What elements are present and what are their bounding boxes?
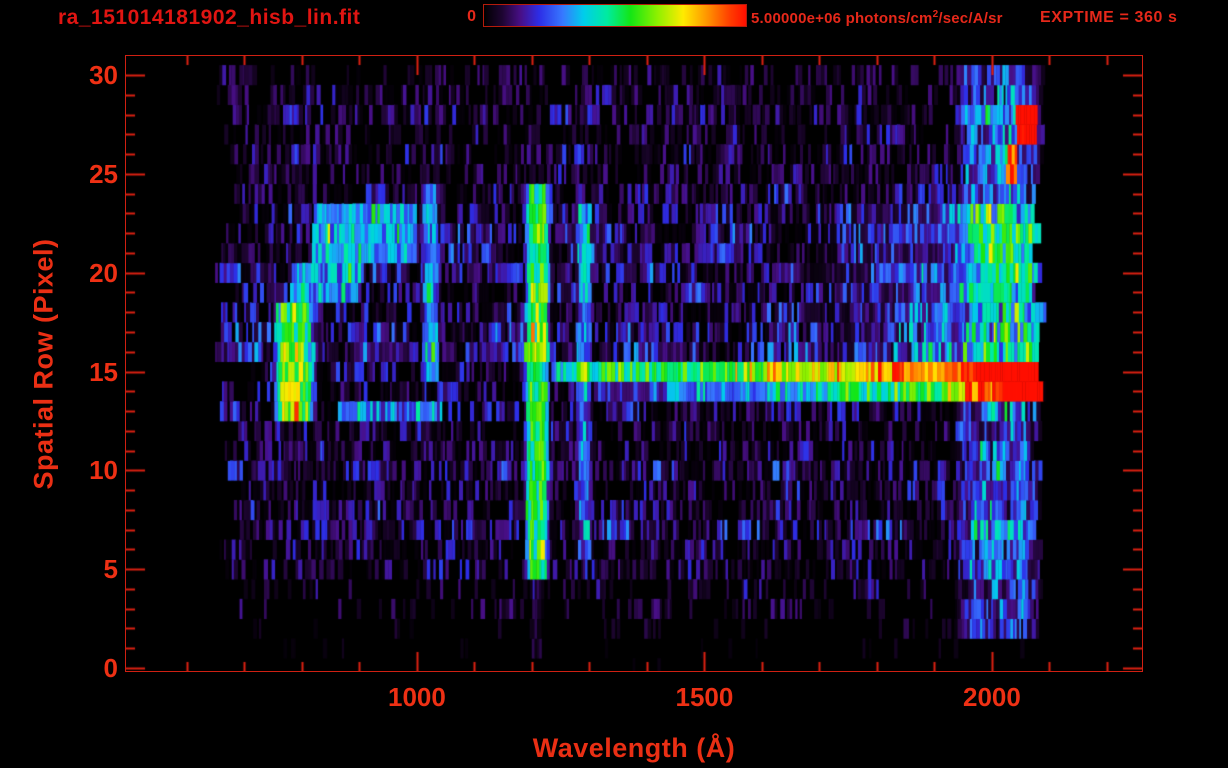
y-tick-label: 20	[89, 257, 118, 288]
y-tick-label: 5	[103, 554, 118, 585]
x-tick-label: 1500	[675, 682, 734, 712]
y-tick-label: 25	[89, 158, 118, 189]
spectrogram-heatmap	[126, 56, 1142, 671]
x-axis-title: Wavelength (Å)	[532, 733, 736, 763]
x-tick-label: 1000	[388, 682, 446, 712]
plot-frame	[125, 55, 1143, 672]
colorbar-units-suffix: /sec/A/sr	[938, 10, 1003, 27]
y-tick-label: 0	[103, 653, 118, 684]
y-tick-label: 15	[89, 356, 118, 387]
file-title: ra_151014181902_hisb_lin.fit	[58, 6, 361, 29]
y-tick-label: 30	[89, 59, 118, 90]
colorbar-gradient	[483, 4, 747, 27]
colorbar-units-prefix: photons/cm	[845, 10, 933, 27]
x-tick-label: 2000	[963, 682, 1021, 712]
exptime-label: EXPTIME = 360 s	[1040, 9, 1178, 26]
y-tick-label: 10	[89, 455, 118, 486]
colorbar-max-label: 5.00000e+06 photons/cm2/sec/A/sr	[751, 9, 1003, 27]
colorbar-min-label: 0	[467, 8, 476, 25]
colorbar-max-value: 5.00000e+06	[751, 10, 846, 27]
idl-plot-window: { "header": { "title": "ra_151014181902_…	[0, 0, 1228, 768]
